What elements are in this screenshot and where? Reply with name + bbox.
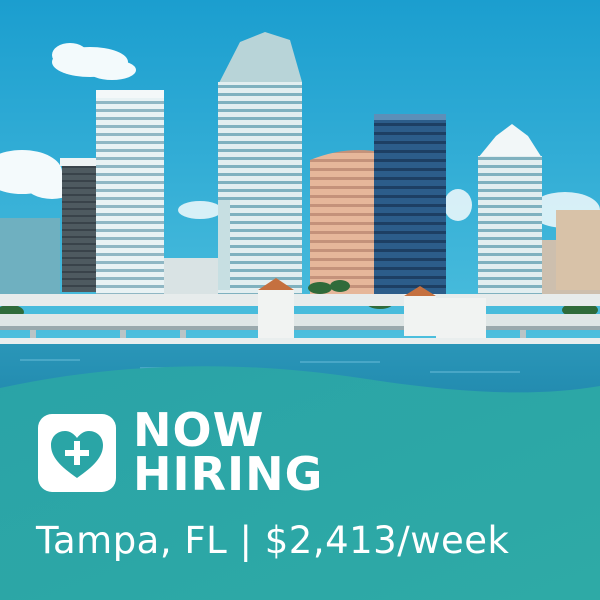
- headline-line-1: NOW: [133, 403, 265, 457]
- hiring-ad: NOW HIRING Tampa, FL | $2,413/week: [0, 0, 600, 600]
- banner-wave: [0, 366, 600, 600]
- headline: NOW HIRING: [133, 403, 324, 501]
- location-pay-text: Tampa, FL | $2,413/week: [36, 519, 510, 562]
- heart-plus-icon: [38, 414, 116, 492]
- headline-line-2: HIRING: [133, 447, 324, 501]
